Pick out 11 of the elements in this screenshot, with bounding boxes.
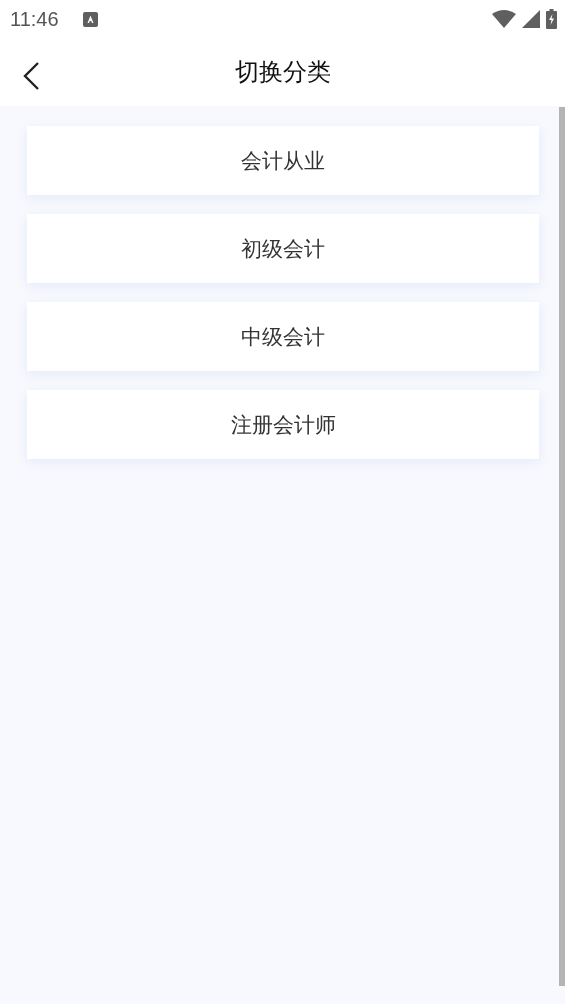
category-item[interactable]: 中级会计 — [27, 302, 539, 371]
category-item[interactable]: 会计从业 — [27, 126, 539, 195]
battery-icon — [546, 9, 557, 29]
category-item[interactable]: 注册会计师 — [27, 390, 539, 459]
category-item[interactable]: 初级会计 — [27, 214, 539, 283]
notification-icon — [82, 11, 98, 27]
signal-icon — [522, 10, 540, 28]
scrollbar[interactable] — [559, 107, 565, 986]
status-time: 11:46 — [10, 7, 59, 31]
page-title: 切换分类 — [234, 57, 331, 88]
wifi-icon — [492, 10, 516, 28]
